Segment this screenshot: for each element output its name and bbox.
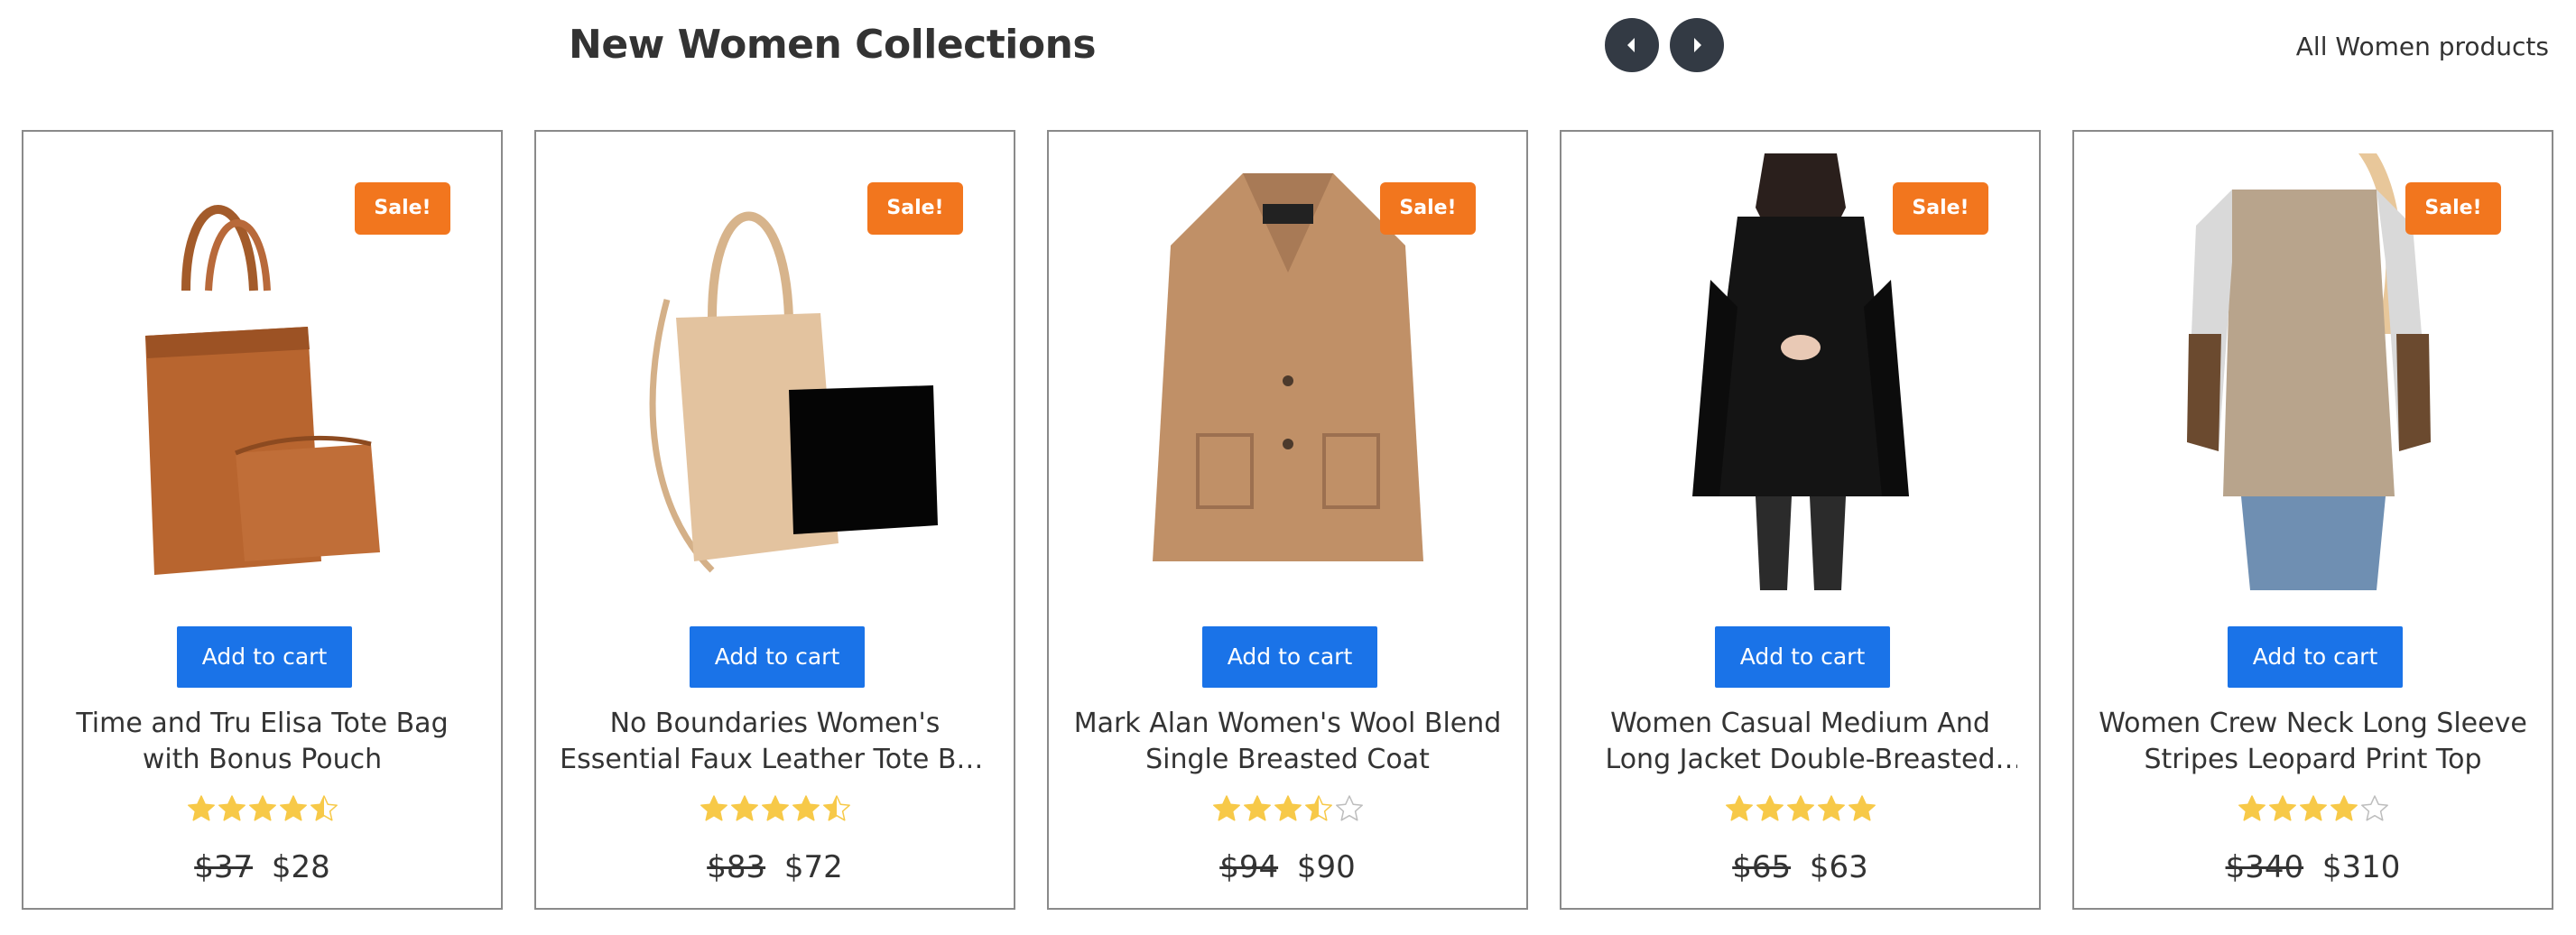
sale-badge: Sale! [1380, 182, 1476, 235]
price-row: $340 $310 [2074, 845, 2552, 890]
sale-price: $310 [2321, 849, 2401, 885]
product-title[interactable]: Women Crew Neck Long Sleeve Stripes Leop… [2096, 706, 2530, 778]
product-card[interactable]: Sale! Add to cart Women Crew Neck Long S… [2072, 130, 2553, 910]
sale-badge: Sale! [355, 182, 450, 235]
star-full-icon [248, 795, 276, 821]
star-full-icon [1243, 795, 1271, 821]
star-full-icon [700, 795, 727, 821]
sale-badge: Sale! [2405, 182, 2501, 235]
product-card[interactable]: Sale! Add to cart Women Casual Medium An… [1560, 130, 2041, 910]
carousel-next-button[interactable] [1670, 18, 1724, 72]
old-price: $83 [707, 849, 766, 885]
star-half-icon [822, 795, 850, 821]
star-full-icon [1725, 795, 1753, 821]
star-full-icon [187, 795, 215, 821]
star-half-icon [310, 795, 338, 821]
add-to-cart-button[interactable]: Add to cart [690, 626, 865, 688]
section-title: New Women Collections [569, 22, 1097, 68]
add-to-cart-button[interactable]: Add to cart [177, 626, 352, 688]
star-empty-icon [1335, 795, 1363, 821]
add-to-cart-button[interactable]: Add to cart [2228, 626, 2403, 688]
old-price: $37 [194, 849, 254, 885]
star-full-icon [1212, 795, 1240, 821]
product-rating [2074, 794, 2552, 830]
add-to-cart-button[interactable]: Add to cart [1202, 626, 1377, 688]
star-half-icon [1304, 795, 1332, 821]
product-title[interactable]: Mark Alan Women's Wool Blend Single Brea… [1070, 706, 1505, 778]
sale-price: $72 [783, 849, 843, 885]
product-rating [23, 794, 501, 830]
star-full-icon [1756, 795, 1784, 821]
chevron-right-icon [1694, 38, 1701, 52]
add-to-cart-button[interactable]: Add to cart [1715, 626, 1890, 688]
sale-price: $63 [1809, 849, 1868, 885]
star-full-icon [730, 795, 758, 821]
sale-badge: Sale! [1893, 182, 1988, 235]
star-full-icon [792, 795, 820, 821]
star-full-icon [761, 795, 789, 821]
product-title[interactable]: No Boundaries Women's Essential Faux Lea… [558, 706, 992, 778]
star-full-icon [2268, 795, 2296, 821]
star-full-icon [279, 795, 307, 821]
product-rating [1561, 794, 2039, 830]
product-title[interactable]: Women Casual Medium And Long Jacket Doub… [1583, 706, 2017, 778]
sale-price: $28 [271, 849, 330, 885]
star-full-icon [1274, 795, 1302, 821]
sale-badge: Sale! [867, 182, 963, 235]
old-price: $65 [1732, 849, 1792, 885]
star-full-icon [2238, 795, 2266, 821]
product-card[interactable]: Sale! Add to cart Time and Tru Elisa Tot… [22, 130, 503, 910]
star-full-icon [2330, 795, 2358, 821]
star-full-icon [1786, 795, 1814, 821]
star-full-icon [218, 795, 246, 821]
all-women-products-link[interactable]: All Women products [2296, 25, 2549, 69]
product-card[interactable]: Sale! Add to cart No Boundaries Women's … [534, 130, 1015, 910]
star-full-icon [1848, 795, 1876, 821]
product-rating [536, 794, 1014, 830]
sale-price: $90 [1296, 849, 1356, 885]
star-full-icon [1817, 795, 1845, 821]
star-empty-icon [2360, 795, 2388, 821]
product-title[interactable]: Time and Tru Elisa Tote Bag with Bonus P… [45, 706, 479, 778]
price-row: $37 $28 [23, 845, 501, 890]
old-price: $94 [1219, 849, 1279, 885]
product-card[interactable]: Sale! Add to cart Mark Alan Women's Wool… [1047, 130, 1528, 910]
price-row: $83 $72 [536, 845, 1014, 890]
old-price: $340 [2225, 849, 2304, 885]
star-full-icon [2299, 795, 2327, 821]
price-row: $65 $63 [1561, 845, 2039, 890]
carousel-prev-button[interactable] [1605, 18, 1659, 72]
product-rating [1049, 794, 1526, 830]
price-row: $94 $90 [1049, 845, 1526, 890]
chevron-left-icon [1627, 38, 1635, 52]
